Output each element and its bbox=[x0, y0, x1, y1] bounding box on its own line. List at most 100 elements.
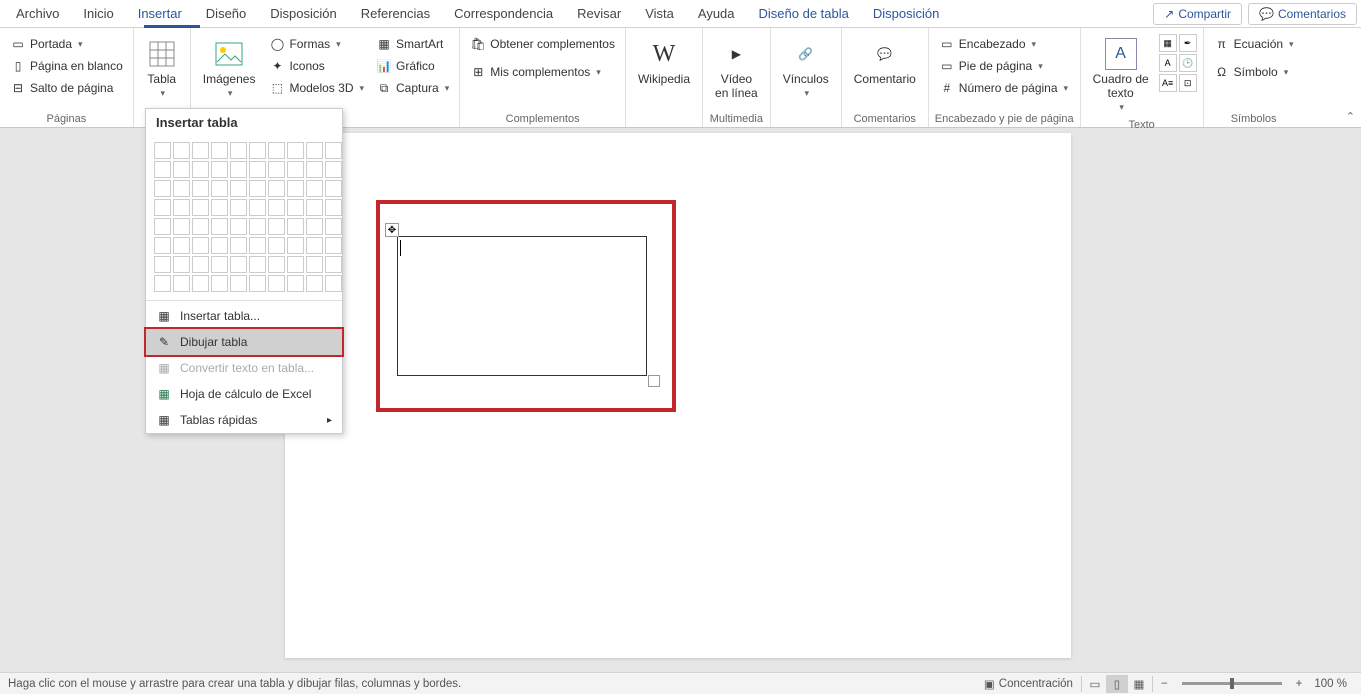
grid-cell[interactable] bbox=[192, 161, 209, 178]
grid-cell[interactable] bbox=[306, 256, 323, 273]
grid-cell[interactable] bbox=[325, 161, 342, 178]
grid-cell[interactable] bbox=[211, 142, 228, 159]
dibujar-tabla-item[interactable]: ✎Dibujar tabla bbox=[144, 327, 344, 357]
grid-cell[interactable] bbox=[211, 161, 228, 178]
read-mode-button[interactable]: ▭ bbox=[1084, 675, 1106, 693]
zoom-in-button[interactable]: + bbox=[1290, 678, 1309, 690]
table-size-grid[interactable] bbox=[146, 136, 342, 298]
grid-cell[interactable] bbox=[287, 275, 304, 292]
grid-cell[interactable] bbox=[249, 256, 266, 273]
focus-mode-button[interactable]: ▣Concentración bbox=[978, 677, 1079, 691]
menu-disposicion[interactable]: Disposición bbox=[258, 2, 348, 25]
grid-cell[interactable] bbox=[268, 199, 285, 216]
grid-cell[interactable] bbox=[287, 256, 304, 273]
grid-cell[interactable] bbox=[268, 142, 285, 159]
grid-cell[interactable] bbox=[211, 237, 228, 254]
portada-button[interactable]: ▭Portada▾ bbox=[6, 34, 127, 54]
wikipedia-button[interactable]: W Wikipedia bbox=[632, 34, 696, 90]
tablas-rapidas-item[interactable]: ▦Tablas rápidas▸ bbox=[146, 407, 342, 433]
grid-cell[interactable] bbox=[249, 218, 266, 235]
grid-cell[interactable] bbox=[325, 180, 342, 197]
grid-cell[interactable] bbox=[154, 161, 171, 178]
formas-button[interactable]: ◯Formas▾ bbox=[265, 34, 368, 54]
grid-cell[interactable] bbox=[154, 218, 171, 235]
grid-cell[interactable] bbox=[230, 237, 247, 254]
grid-cell[interactable] bbox=[325, 237, 342, 254]
grid-cell[interactable] bbox=[268, 237, 285, 254]
menu-insertar[interactable]: Insertar bbox=[126, 2, 194, 25]
grid-cell[interactable] bbox=[192, 218, 209, 235]
print-layout-button[interactable]: ▯ bbox=[1106, 675, 1128, 693]
grid-cell[interactable] bbox=[230, 161, 247, 178]
grid-cell[interactable] bbox=[268, 218, 285, 235]
tabla-button[interactable]: Tabla ▾ bbox=[140, 34, 184, 103]
web-layout-button[interactable]: ▦ bbox=[1128, 675, 1150, 693]
grid-cell[interactable] bbox=[287, 218, 304, 235]
video-button[interactable]: ▶ Vídeo en línea bbox=[709, 34, 764, 104]
grid-cell[interactable] bbox=[230, 275, 247, 292]
object-button[interactable]: ⊡ bbox=[1179, 74, 1197, 92]
grid-cell[interactable] bbox=[211, 180, 228, 197]
grid-cell[interactable] bbox=[154, 180, 171, 197]
comentario-button[interactable]: 💬 Comentario bbox=[848, 34, 922, 90]
grid-cell[interactable] bbox=[192, 237, 209, 254]
grid-cell[interactable] bbox=[306, 180, 323, 197]
grid-cell[interactable] bbox=[192, 142, 209, 159]
dropcap-button[interactable]: A≡ bbox=[1159, 74, 1177, 92]
datetime-button[interactable]: 🕒 bbox=[1179, 54, 1197, 72]
grid-cell[interactable] bbox=[287, 142, 304, 159]
menu-diseno-tabla[interactable]: Diseño de tabla bbox=[747, 2, 861, 25]
grid-cell[interactable] bbox=[306, 142, 323, 159]
grid-cell[interactable] bbox=[173, 180, 190, 197]
grid-cell[interactable] bbox=[230, 180, 247, 197]
grid-cell[interactable] bbox=[287, 199, 304, 216]
grid-cell[interactable] bbox=[211, 275, 228, 292]
zoom-slider[interactable] bbox=[1182, 682, 1282, 685]
grid-cell[interactable] bbox=[173, 275, 190, 292]
iconos-button[interactable]: ✦Iconos bbox=[265, 56, 368, 76]
excel-item[interactable]: ▦Hoja de cálculo de Excel bbox=[146, 381, 342, 407]
menu-diseno[interactable]: Diseño bbox=[194, 2, 258, 25]
quickparts-button[interactable]: ▦ bbox=[1159, 34, 1177, 52]
grid-cell[interactable] bbox=[249, 180, 266, 197]
grid-cell[interactable] bbox=[325, 199, 342, 216]
menu-ayuda[interactable]: Ayuda bbox=[686, 2, 747, 25]
comments-button[interactable]: 💬 Comentarios bbox=[1248, 3, 1357, 25]
grid-cell[interactable] bbox=[306, 218, 323, 235]
menu-disposicion-tabla[interactable]: Disposición bbox=[861, 2, 951, 25]
grid-cell[interactable] bbox=[249, 237, 266, 254]
grid-cell[interactable] bbox=[192, 180, 209, 197]
grid-cell[interactable] bbox=[173, 199, 190, 216]
grid-cell[interactable] bbox=[154, 142, 171, 159]
mis-complementos-button[interactable]: ⊞Mis complementos▾ bbox=[466, 62, 619, 82]
grid-cell[interactable] bbox=[268, 275, 285, 292]
grid-cell[interactable] bbox=[154, 237, 171, 254]
grid-cell[interactable] bbox=[306, 237, 323, 254]
zoom-level[interactable]: 100 % bbox=[1308, 678, 1353, 690]
grid-cell[interactable] bbox=[230, 199, 247, 216]
encabezado-button[interactable]: ▭Encabezado▾ bbox=[935, 34, 1072, 54]
menu-vista[interactable]: Vista bbox=[633, 2, 686, 25]
grid-cell[interactable] bbox=[192, 199, 209, 216]
table-move-handle[interactable]: ✥ bbox=[385, 223, 399, 237]
grid-cell[interactable] bbox=[287, 237, 304, 254]
grid-cell[interactable] bbox=[173, 142, 190, 159]
share-button[interactable]: ↗ Compartir bbox=[1153, 3, 1242, 25]
collapse-ribbon-button[interactable]: ⌃ bbox=[1346, 110, 1355, 123]
grid-cell[interactable] bbox=[268, 161, 285, 178]
grid-cell[interactable] bbox=[173, 161, 190, 178]
table-resize-handle[interactable] bbox=[648, 375, 660, 387]
grid-cell[interactable] bbox=[230, 218, 247, 235]
grid-cell[interactable] bbox=[230, 256, 247, 273]
grid-cell[interactable] bbox=[211, 218, 228, 235]
grid-cell[interactable] bbox=[230, 142, 247, 159]
menu-inicio[interactable]: Inicio bbox=[71, 2, 125, 25]
ecuacion-button[interactable]: πEcuación▾ bbox=[1210, 34, 1298, 54]
grid-cell[interactable] bbox=[154, 256, 171, 273]
grid-cell[interactable] bbox=[287, 161, 304, 178]
grid-cell[interactable] bbox=[173, 237, 190, 254]
grid-cell[interactable] bbox=[306, 199, 323, 216]
menu-correspondencia[interactable]: Correspondencia bbox=[442, 2, 565, 25]
grid-cell[interactable] bbox=[325, 142, 342, 159]
grid-cell[interactable] bbox=[154, 199, 171, 216]
